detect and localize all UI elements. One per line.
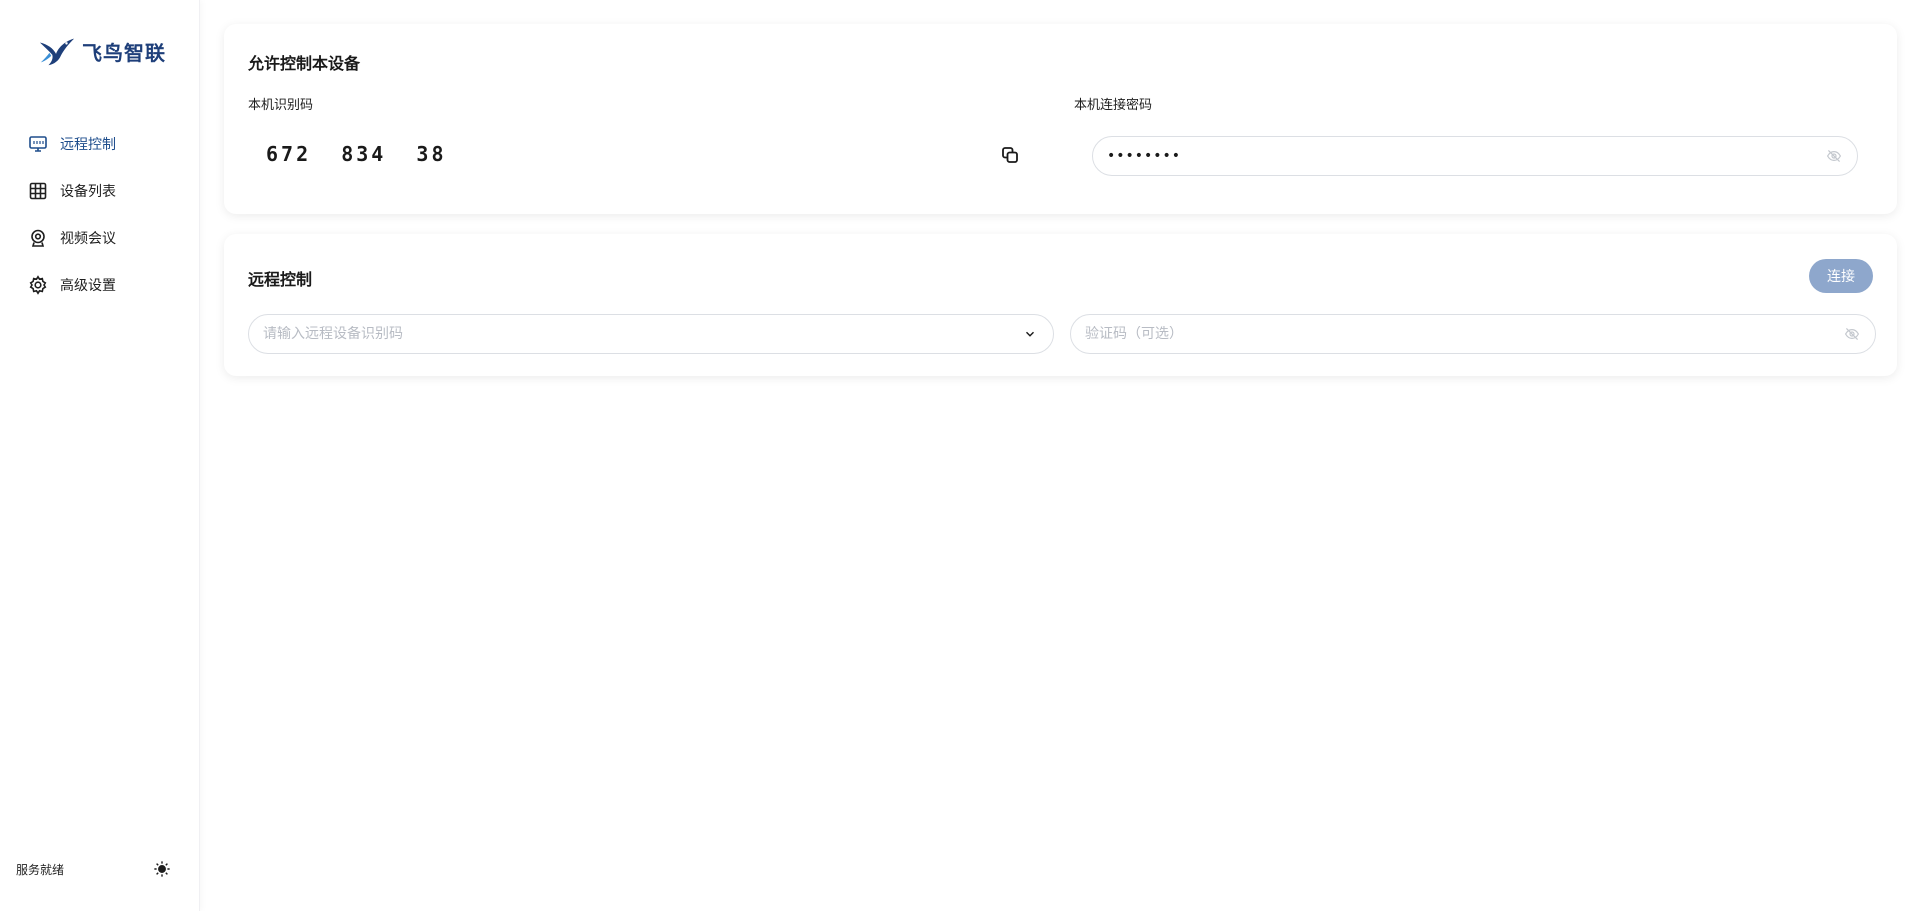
sidebar-item-remote-control[interactable]: 远程控制 xyxy=(0,120,200,167)
password-label: 本机连接密码 xyxy=(1074,98,1153,113)
remote-control-title: 远程控制 xyxy=(248,270,313,289)
sidebar-nav: 远程控制 设备列表 视频会议 高级设置 xyxy=(0,120,200,308)
gear-icon xyxy=(28,274,48,295)
password-value: •••••••• xyxy=(1107,148,1182,164)
sidebar-item-label: 视频会议 xyxy=(60,230,116,247)
sidebar-item-label: 高级设置 xyxy=(60,277,116,294)
device-id-label: 本机识别码 xyxy=(248,98,314,113)
device-id-value: 672 834 38 xyxy=(266,142,447,166)
connect-button[interactable]: 连接 xyxy=(1809,259,1873,293)
bird-logo-icon xyxy=(39,38,75,66)
sidebar: 飞鸟智联 远程控制 设备列表 视频会议 高级设置 服务就绪 xyxy=(0,0,200,911)
allow-control-title: 允许控制本设备 xyxy=(248,54,361,73)
copy-icon[interactable] xyxy=(999,144,1021,166)
remote-id-input[interactable] xyxy=(263,326,1021,342)
service-status-text: 服务就绪 xyxy=(16,862,65,877)
sidebar-item-advanced-settings[interactable]: 高级设置 xyxy=(0,261,200,308)
brand-name: 飞鸟智联 xyxy=(82,40,166,65)
chevron-down-icon[interactable] xyxy=(1021,325,1039,343)
sidebar-item-device-list[interactable]: 设备列表 xyxy=(0,167,200,214)
allow-control-card: 允许控制本设备 本机识别码 672 834 38 本机连接密码 •••••••• xyxy=(224,24,1897,214)
sidebar-item-label: 设备列表 xyxy=(60,183,116,200)
eye-off-icon[interactable] xyxy=(1843,325,1861,343)
service-status-bar: 服务就绪 xyxy=(16,859,172,879)
verification-code-field[interactable] xyxy=(1070,314,1876,354)
sun-icon[interactable] xyxy=(152,859,172,879)
remote-id-field[interactable] xyxy=(248,314,1054,354)
grid-icon xyxy=(28,181,48,201)
remote-control-card: 远程控制 连接 xyxy=(224,234,1897,376)
brand-logo: 飞鸟智联 xyxy=(38,34,166,68)
sidebar-item-label: 远程控制 xyxy=(60,136,116,153)
remote-desktop-icon xyxy=(28,134,48,154)
password-field[interactable]: •••••••• xyxy=(1092,136,1858,176)
webcam-icon xyxy=(28,228,48,248)
verification-code-input[interactable] xyxy=(1085,326,1843,342)
sidebar-item-video-meeting[interactable]: 视频会议 xyxy=(0,214,200,261)
eye-off-icon[interactable] xyxy=(1825,147,1843,165)
